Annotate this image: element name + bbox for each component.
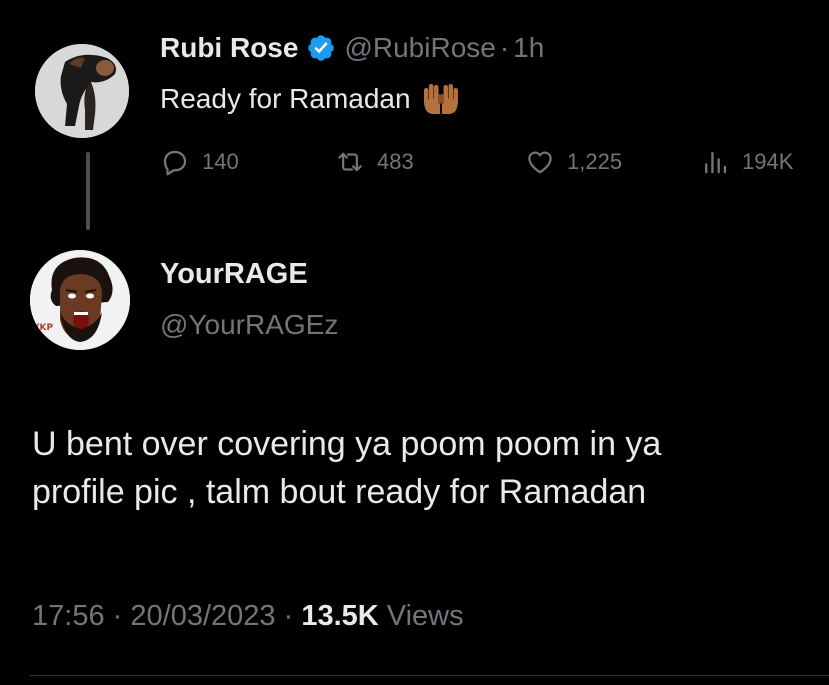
parent-tweet-body: Ready for Ramadan	[160, 83, 411, 114]
avatar-logo-text: YKP	[32, 323, 53, 333]
parent-tweet-header: Rubi Rose @RubiRose · 1h	[160, 28, 544, 68]
retweet-count: 483	[377, 149, 414, 174]
reply-bubble-icon	[163, 150, 187, 176]
view-count: 194K	[742, 149, 794, 174]
reply-tweet-text: U bent over covering ya poom poom in ya …	[32, 420, 822, 516]
reply-display-name[interactable]: YourRAGE	[160, 258, 308, 291]
tweet-date[interactable]: 20/03/2023	[130, 600, 275, 632]
parent-handle[interactable]: @RubiRose	[344, 32, 495, 64]
reply-action[interactable]: 140	[160, 142, 239, 182]
retweet-icon	[338, 152, 362, 172]
like-count: 1,225	[567, 149, 623, 174]
reply-count: 140	[202, 149, 239, 174]
meta-separator-1: ·	[112, 600, 123, 632]
meta-separator-2: ·	[283, 600, 294, 632]
avatar-illustration: YKP	[30, 250, 130, 350]
avatar-rubi-rose[interactable]	[35, 44, 129, 138]
views-count[interactable]: 13.5K	[301, 600, 378, 632]
views-action[interactable]: 194K	[700, 142, 793, 182]
retweet-action[interactable]: 483	[335, 142, 414, 182]
tweet-metadata: 17:56 · 20/03/2023 · 13.5K Views	[32, 600, 464, 633]
heart-icon	[528, 151, 552, 174]
views-label: Views	[386, 600, 464, 632]
thread-connector-line	[86, 152, 90, 230]
reply-text-line-1: U bent over covering ya poom poom in ya	[32, 425, 662, 463]
bottom-divider	[30, 675, 829, 676]
avatar-yourrage[interactable]: YKP	[30, 250, 130, 350]
avatar-photo	[35, 44, 129, 138]
verified-badge-icon	[308, 35, 335, 61]
like-action[interactable]: 1,225	[525, 142, 622, 182]
reply-handle[interactable]: @YourRAGEz	[160, 309, 338, 341]
separator-dot: ·	[499, 32, 510, 63]
parent-display-name[interactable]: Rubi Rose	[160, 32, 298, 64]
parent-timestamp[interactable]: 1h	[513, 32, 544, 64]
raised-hands-icon	[423, 84, 458, 114]
analytics-bars-icon	[705, 152, 727, 174]
tweet-time[interactable]: 17:56	[32, 600, 105, 632]
reply-text-line-2: profile pic , talm bout ready for Ramada…	[32, 473, 647, 511]
parent-tweet-text: Ready for Ramadan	[160, 82, 461, 116]
